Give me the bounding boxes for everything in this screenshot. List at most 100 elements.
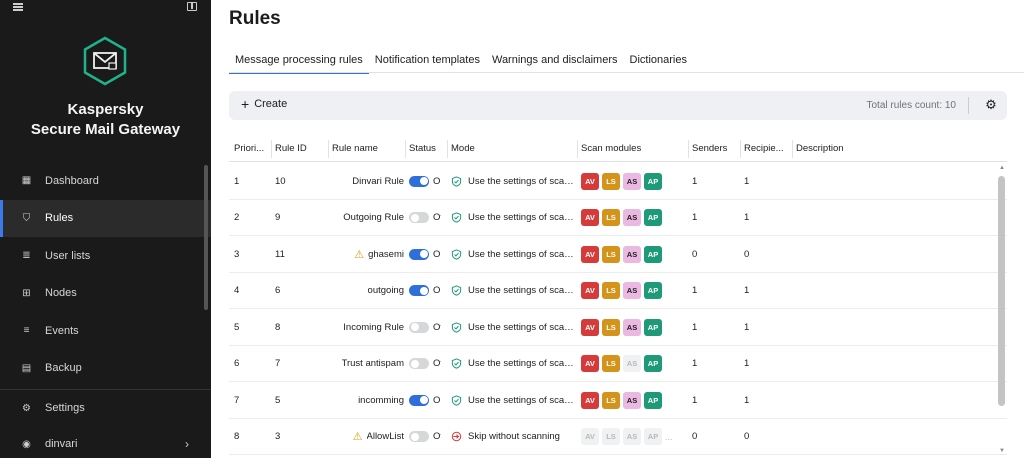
gear-icon: ⚙	[22, 402, 31, 414]
sidebar-item-rules[interactable]: ⛉ Rules	[0, 199, 211, 237]
tab-dictionaries[interactable]: Dictionaries	[624, 50, 693, 74]
mode-cell: Use the settings of scan modules	[451, 200, 574, 236]
sidebar-item-settings[interactable]: ⚙ Settings	[0, 390, 211, 426]
column-header-rule-name[interactable]: Rule name	[332, 143, 402, 154]
column-divider[interactable]	[740, 140, 741, 158]
mode-text: Use the settings of scan modules	[468, 394, 574, 406]
module-badge-ls: LS	[602, 391, 620, 409]
rule-name[interactable]: Outgoing Rule	[343, 212, 404, 223]
sidebar-item-user-lists[interactable]: ≣ User lists	[0, 237, 211, 275]
events-icon: ≡	[23, 325, 30, 337]
shield-check-icon	[451, 321, 462, 333]
status-text: Off	[433, 212, 441, 223]
toggle-knob	[419, 177, 428, 185]
rule-name[interactable]: Trust antispam	[342, 358, 404, 369]
tab-message-processing-rules[interactable]: Message processing rules	[229, 50, 369, 74]
tab-notification-templates[interactable]: Notification templates	[369, 50, 486, 74]
status-cell: On	[409, 382, 441, 418]
toolbar: + Create Total rules count: 10 ⚙	[229, 91, 1007, 120]
column-divider[interactable]	[792, 140, 793, 158]
column-header-scan-modules[interactable]: Scan modules	[581, 143, 686, 154]
column-header-mode[interactable]: Mode	[451, 143, 571, 154]
column-header-description[interactable]: Description	[796, 143, 896, 154]
rule-id-cell: 8	[275, 321, 281, 333]
scroll-up-icon[interactable]: ▲	[999, 165, 1005, 171]
sidebar-item-dashboard[interactable]: ▦ Dashboard	[0, 162, 211, 200]
rule-name[interactable]: outgoing	[368, 285, 404, 296]
table-row[interactable]: 1 10 Dinvari Rule On Use the settings of sca…	[229, 163, 1007, 200]
table-row[interactable]: 5 8 Incoming Rule Off Use the settings of sc…	[229, 309, 1007, 346]
rule-name[interactable]: AllowList	[367, 431, 405, 442]
column-divider[interactable]	[577, 140, 578, 158]
sidebar-scrollbar[interactable]	[204, 165, 208, 310]
rule-name[interactable]: incomming	[358, 395, 404, 406]
sidebar-item-dinvari[interactable]: ◉ dinvari ›	[0, 426, 211, 458]
column-header-rule-id[interactable]: Rule ID	[275, 143, 327, 154]
rule-name-cell[interactable]: ⚠ AllowList	[332, 419, 404, 455]
rule-name-cell[interactable]: incomming	[332, 382, 404, 418]
column-divider[interactable]	[328, 140, 329, 158]
table-scrollbar-thumb[interactable]	[998, 176, 1005, 406]
module-badge-ls: LS	[602, 245, 620, 263]
table-row[interactable]: 8 3 ⚠ AllowList Off Skip without scanning AVLS…	[229, 419, 1007, 455]
recipients-cell: 0	[744, 431, 750, 442]
column-header-status[interactable]: Status	[409, 143, 447, 154]
sidebar-item-events[interactable]: ≡ Events	[0, 312, 211, 350]
status-toggle[interactable]	[409, 321, 429, 333]
module-badge-ap: AP	[644, 282, 662, 299]
rule-name-cell[interactable]: Trust antispam	[332, 346, 404, 382]
status-toggle[interactable]	[409, 358, 429, 369]
status-toggle[interactable]	[409, 394, 429, 406]
tab-warnings-and-disclaimers[interactable]: Warnings and disclaimers	[486, 50, 624, 74]
scan-modules-cell: AV LS AS AP	[581, 382, 665, 418]
table-row[interactable]: 2 9 Outgoing Rule Off Use the settings of sc…	[229, 200, 1007, 236]
column-divider[interactable]	[447, 140, 448, 158]
module-badge-as: AS	[623, 245, 641, 263]
column-header-recipients[interactable]: Recipie...	[744, 143, 790, 154]
sidebar-item-label: User lists	[45, 249, 91, 262]
recipients-cell: 1	[744, 358, 750, 369]
rule-name[interactable]: ghasemi	[368, 249, 404, 260]
create-button[interactable]: + Create	[241, 97, 287, 111]
rule-name[interactable]: Incoming Rule	[343, 322, 404, 333]
status-toggle[interactable]	[409, 212, 429, 223]
sidebar-item-nodes[interactable]: ⊞ Nodes	[0, 275, 211, 313]
kaspersky-logo	[83, 36, 127, 86]
module-badge-ap: AP	[644, 355, 662, 372]
book-icon[interactable]	[187, 2, 197, 11]
mode-cell: Use the settings of scan modules	[451, 346, 574, 382]
column-divider[interactable]	[405, 140, 406, 158]
table-row[interactable]: 4 6 outgoing On Use the settings of scan mod…	[229, 273, 1007, 309]
status-toggle[interactable]	[409, 175, 429, 187]
table-row[interactable]: 7 5 incomming On Use the settings of scan mo…	[229, 382, 1007, 419]
shield-check-icon	[451, 358, 462, 369]
rule-name[interactable]: Dinvari Rule	[352, 176, 404, 187]
table-row[interactable]: 6 7 Trust antispam Off Use the settings of s…	[229, 346, 1007, 382]
table-row[interactable]: 3 11 ⚠ghasemi On Use the settings of scan mo…	[229, 236, 1007, 273]
status-cell: On	[409, 273, 441, 309]
priority-cell: 5	[234, 321, 240, 333]
rule-name-cell[interactable]: Outgoing Rule	[332, 200, 404, 236]
rule-name-cell[interactable]: outgoing	[332, 273, 404, 309]
status-toggle[interactable]	[409, 248, 429, 260]
mode-text: Skip without scanning	[468, 431, 560, 442]
column-header-senders[interactable]: Senders	[692, 143, 738, 154]
recipients-cell: 1	[744, 394, 750, 406]
column-header-priority[interactable]: Priori...	[234, 143, 268, 154]
column-divider[interactable]	[271, 140, 272, 158]
gear-icon[interactable]: ⚙	[984, 98, 998, 112]
status-toggle[interactable]	[409, 431, 429, 442]
column-divider[interactable]	[688, 140, 689, 158]
mode-text: Use the settings of scan modules	[468, 248, 574, 260]
sidebar-item-backup[interactable]: ▤ Backup	[0, 350, 211, 388]
warning-icon: ⚠	[352, 431, 363, 443]
rule-name-cell[interactable]: ⚠ ghasemi	[332, 236, 404, 272]
menu-icon[interactable]	[13, 3, 23, 11]
mode-cell: Use the settings of scan modules	[451, 309, 574, 345]
rule-name-cell[interactable]: Dinvari Rule	[332, 163, 404, 199]
sidebar-item-label: Nodes	[45, 287, 77, 300]
module-badge-ap: AP	[644, 428, 662, 445]
scroll-down-icon[interactable]: ▼	[999, 448, 1005, 454]
status-toggle[interactable]	[409, 285, 429, 296]
rule-name-cell[interactable]: Incoming Rule	[332, 309, 404, 345]
